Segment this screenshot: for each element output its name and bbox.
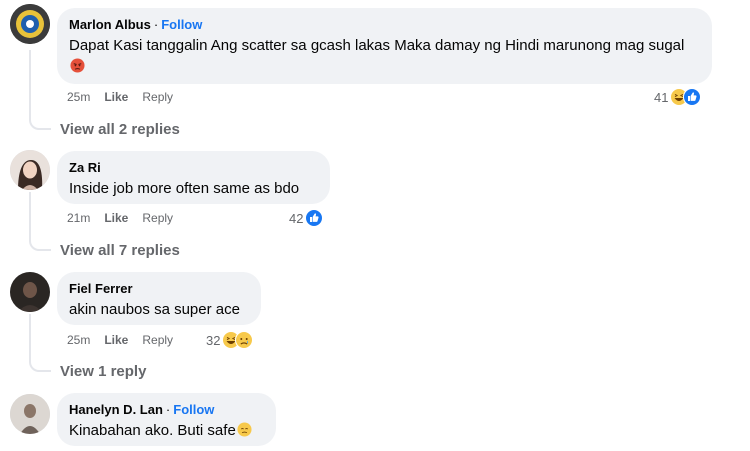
avatar[interactable] bbox=[10, 272, 50, 312]
comment-text-content: Kinabahan ako. Buti safe bbox=[69, 422, 236, 439]
reply-button[interactable]: Reply bbox=[142, 90, 173, 104]
avatar[interactable] bbox=[10, 150, 50, 190]
follow-button[interactable]: Follow bbox=[173, 402, 214, 417]
reaction-summary[interactable]: 41 bbox=[654, 88, 702, 106]
thread-line bbox=[29, 192, 51, 251]
comment-bubble: Fiel Ferrer akin naubos sa super ace bbox=[57, 272, 261, 325]
follow-button[interactable]: Follow bbox=[161, 17, 202, 32]
like-button[interactable]: Like bbox=[104, 333, 128, 347]
author-name[interactable]: Fiel Ferrer bbox=[69, 281, 133, 296]
avatar[interactable] bbox=[10, 394, 50, 434]
comment-text-content: Dapat Kasi tanggalin Ang scatter sa gcas… bbox=[69, 37, 685, 54]
like-button[interactable]: Like bbox=[104, 90, 128, 104]
relieved-emoji-icon bbox=[237, 422, 252, 443]
comment-text: Dapat Kasi tanggalin Ang scatter sa gcas… bbox=[69, 35, 700, 79]
comment-actions: 21m Like Reply bbox=[67, 211, 187, 225]
comment-text: akin naubos sa super ace bbox=[69, 301, 240, 318]
reaction-summary[interactable]: 32 bbox=[206, 331, 254, 349]
comment-actions: 25m Like Reply bbox=[67, 333, 187, 347]
comment-text: Kinabahan ako. Buti safe bbox=[69, 420, 264, 443]
author-name[interactable]: Marlon Albus bbox=[69, 17, 151, 32]
comment-bubble: Za Ri Inside job more often same as bdo bbox=[57, 151, 330, 204]
comment-text: Inside job more often same as bdo bbox=[69, 180, 300, 197]
view-replies-link[interactable]: View all 2 replies bbox=[60, 121, 180, 138]
separator: · bbox=[153, 17, 159, 32]
avatar[interactable] bbox=[10, 4, 50, 44]
author-name[interactable]: Hanelyn D. Lan bbox=[69, 402, 163, 417]
comment-actions: 25m Like Reply bbox=[67, 90, 187, 104]
thread-line bbox=[29, 50, 51, 130]
comment-time[interactable]: 21m bbox=[67, 211, 90, 225]
reaction-count: 32 bbox=[206, 332, 221, 348]
separator: · bbox=[165, 402, 171, 417]
reply-button[interactable]: Reply bbox=[142, 211, 173, 225]
like-button[interactable]: Like bbox=[104, 211, 128, 225]
reaction-count: 41 bbox=[654, 89, 669, 105]
reaction-count: 42 bbox=[289, 210, 304, 226]
reply-button[interactable]: Reply bbox=[142, 333, 173, 347]
author-name[interactable]: Za Ri bbox=[69, 160, 101, 175]
like-reaction-icon bbox=[305, 209, 324, 227]
reaction-summary[interactable]: 42 bbox=[289, 209, 324, 227]
view-replies-link[interactable]: View 1 reply bbox=[60, 363, 146, 380]
sad-reaction-icon bbox=[235, 331, 254, 349]
comment-time[interactable]: 25m bbox=[67, 90, 90, 104]
like-reaction-icon bbox=[683, 88, 702, 106]
comment-time[interactable]: 25m bbox=[67, 333, 90, 347]
comment-bubble: Marlon Albus · Follow Dapat Kasi tanggalin… bbox=[57, 8, 712, 84]
comment-bubble: Hanelyn D. Lan · Follow Kinabahan ako. But… bbox=[57, 393, 276, 446]
view-replies-link[interactable]: View all 7 replies bbox=[60, 242, 180, 259]
angry-emoji-icon bbox=[70, 58, 85, 79]
thread-line bbox=[29, 314, 51, 372]
